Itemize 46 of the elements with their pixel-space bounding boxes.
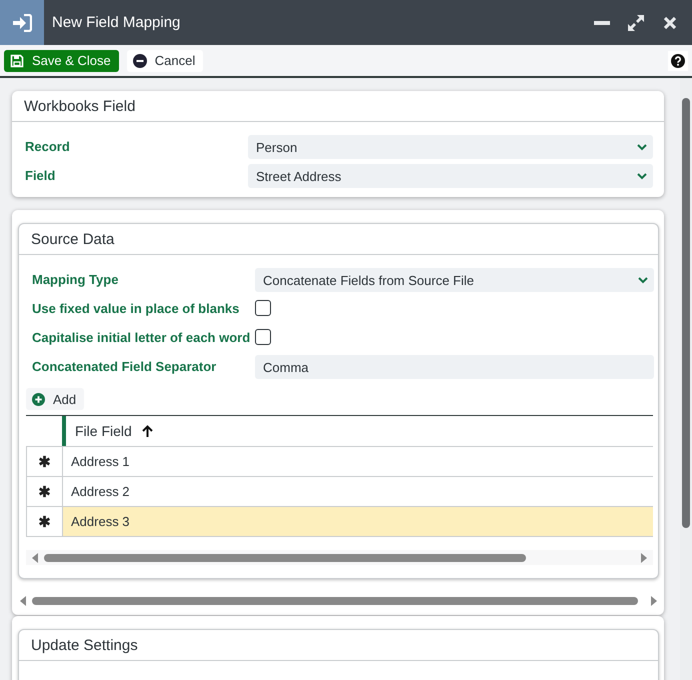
scroll-left-icon (20, 596, 26, 606)
chevron-down-icon (637, 144, 647, 150)
table-cell-text: Address 1 (70, 453, 131, 471)
horizontal-scrollbar[interactable] (18, 597, 659, 605)
asterisk-icon (38, 515, 51, 528)
chevron-down-icon (638, 276, 648, 284)
vertical-scrollbar[interactable] (680, 78, 692, 680)
field-label: Use fixed value in place of blanks (32, 300, 240, 317)
chevron-down-icon (637, 172, 647, 180)
minimize-icon (594, 20, 610, 24)
help-button[interactable] (668, 50, 688, 70)
section-title: Workbooks Field (12, 91, 664, 122)
table-cell-text: Address 2 (70, 483, 131, 501)
field-label: Mapping Type (32, 271, 120, 288)
field-label: Concatenated Field Separator (32, 358, 218, 375)
checkbox[interactable] (255, 329, 271, 345)
field-label: Capitalise initial letter of each word (32, 329, 252, 346)
save-icon (10, 54, 24, 68)
asterisk-icon (38, 455, 51, 468)
dropdown-field[interactable]: Concatenate Fields from Source File (255, 268, 654, 292)
cancel-button[interactable]: Cancel (126, 50, 204, 72)
sort-up-icon (142, 425, 153, 437)
scroll-right-icon (651, 596, 657, 606)
section-title: Source Data (19, 224, 658, 255)
close-icon (663, 16, 677, 30)
minus-circle-icon (132, 54, 147, 68)
horizontal-scrollbar[interactable] (26, 550, 653, 565)
add-button[interactable]: Add (26, 388, 84, 410)
dropdown-field[interactable]: Street Address (248, 164, 653, 188)
table-row[interactable]: Address 1 (26, 447, 653, 477)
field-label: Record (25, 138, 71, 155)
help-icon (671, 54, 685, 68)
window-title: New Field Mapping (52, 14, 182, 31)
field-label: Field (25, 167, 56, 184)
column-header[interactable]: File Field (62, 416, 653, 446)
dropdown-field[interactable]: Person (248, 135, 653, 159)
save-close-button[interactable]: Save & Close (4, 50, 119, 72)
asterisk-icon (38, 485, 51, 498)
sign-in-icon (12, 14, 32, 32)
section-title: Update Settings (19, 630, 658, 661)
checkbox[interactable] (255, 300, 271, 316)
input-field[interactable]: Comma (255, 355, 654, 379)
scroll-left-icon (32, 552, 38, 562)
expand-icon (627, 14, 645, 32)
scroll-right-icon (641, 552, 647, 562)
plus-circle-icon (32, 392, 45, 406)
